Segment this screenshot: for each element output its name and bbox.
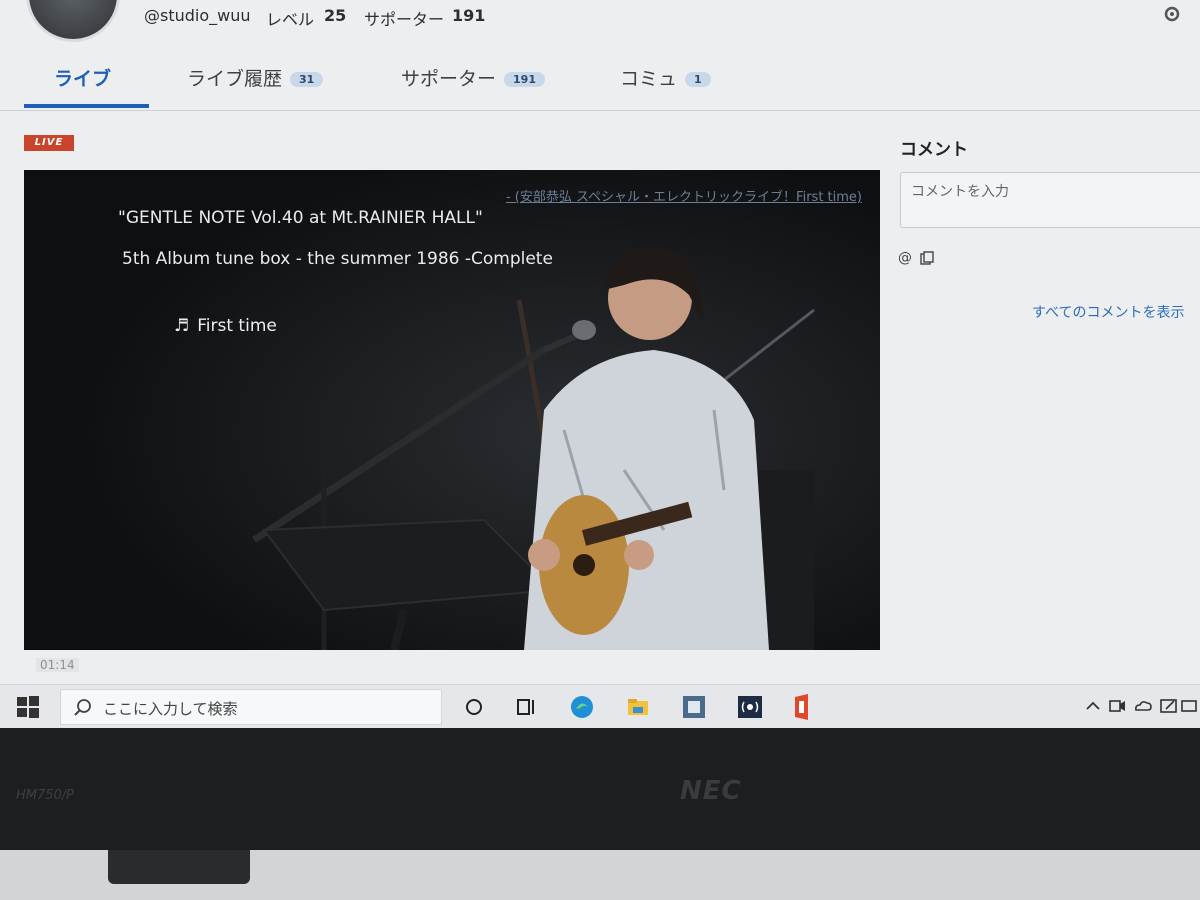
level-value: 25 <box>324 6 347 25</box>
search-icon <box>74 699 91 716</box>
song-title: First time <box>197 316 277 336</box>
now-playing: ♬ First time <box>174 316 277 336</box>
laptop-model-label: HM750/P <box>16 788 75 803</box>
office-icon[interactable] <box>786 691 818 723</box>
broadcast-icon[interactable] <box>734 691 766 723</box>
username: @studio_wuu <box>144 6 251 25</box>
copy-icon[interactable] <box>920 251 935 265</box>
comment-tools: @ <box>898 250 935 266</box>
level-label: レベル <box>266 10 315 29</box>
comment-input-placeholder: コメントを入力 <box>911 184 1009 200</box>
supporters-label: サポーター <box>364 10 445 29</box>
tab-community[interactable]: コミュ 1 <box>620 64 711 91</box>
tab-live[interactable]: ライブ <box>54 64 111 91</box>
music-note-icon: ♬ <box>174 316 190 336</box>
tab-live-label: ライブ <box>54 68 112 90</box>
tab-live-history[interactable]: ライブ履歴 31 <box>187 64 324 91</box>
mention-icon[interactable]: @ <box>898 250 912 266</box>
comment-input[interactable]: コメントを入力 <box>900 172 1200 228</box>
laptop-bezel: HM750/P NEC <box>0 728 1200 850</box>
video-source-link[interactable]: - (安部恭弘 スペシャル・エレクトリックライブ！First time) <box>506 186 862 205</box>
video-title-line-2: 5th Album tune box - the summer 1986 -Co… <box>122 249 553 269</box>
laptop-hinge <box>108 850 250 884</box>
show-all-comments-link[interactable]: すべてのコメントを表示 <box>1032 302 1184 322</box>
tab-bar: ライブ ライブ履歴 31 サポーター 191 コミュ 1 <box>0 60 1200 111</box>
windows-start-icon[interactable] <box>16 695 40 719</box>
active-tab-indicator <box>24 104 149 108</box>
tab-supporters-label: サポーター <box>401 68 497 90</box>
taskbar: ここに入力して検索 <box>0 684 1200 728</box>
task-view-icon[interactable] <box>510 691 542 723</box>
tab-community-badge: 1 <box>685 72 711 87</box>
tab-supporters[interactable]: サポーター 191 <box>401 64 545 91</box>
chevron-up-icon[interactable] <box>1082 695 1104 717</box>
edge-icon[interactable] <box>566 691 598 723</box>
taskbar-search-box[interactable]: ここに入力して検索 <box>60 689 442 725</box>
avatar[interactable] <box>26 0 120 42</box>
comments-heading: コメント <box>900 140 968 160</box>
video-player[interactable]: - (安部恭弘 スペシャル・エレクトリックライブ！First time) "GE… <box>24 170 880 650</box>
onedrive-icon[interactable] <box>1132 695 1154 717</box>
taskbar-search-placeholder: ここに入力して検索 <box>103 700 238 718</box>
laptop-brand-logo: NEC <box>680 776 742 806</box>
file-explorer-icon[interactable] <box>622 691 654 723</box>
app-icon[interactable] <box>678 691 710 723</box>
tab-community-label: コミュ <box>620 68 678 90</box>
meet-now-icon[interactable] <box>1106 695 1128 717</box>
tab-supporters-badge: 191 <box>504 72 545 87</box>
cortana-icon[interactable] <box>458 691 490 723</box>
profile-header: @studio_wuu レベル 25 サポーター 191 <box>0 0 1200 42</box>
video-frame-illustration <box>24 170 880 650</box>
network-icon[interactable] <box>1178 695 1200 717</box>
live-badge: LIVE <box>24 135 74 151</box>
tab-live-history-badge: 31 <box>290 72 324 87</box>
gear-icon[interactable] <box>1162 4 1182 24</box>
pen-icon[interactable] <box>1158 695 1180 717</box>
video-title-line-1: "GENTLE NOTE Vol.40 at Mt.RAINIER HALL" <box>118 208 483 228</box>
tab-live-history-label: ライブ履歴 <box>187 68 283 90</box>
browser-screen: @studio_wuu レベル 25 サポーター 191 ライブ ライブ履歴 31… <box>0 0 1200 728</box>
elapsed-time: 01:14 <box>36 658 79 672</box>
supporters-value: 191 <box>452 6 486 25</box>
